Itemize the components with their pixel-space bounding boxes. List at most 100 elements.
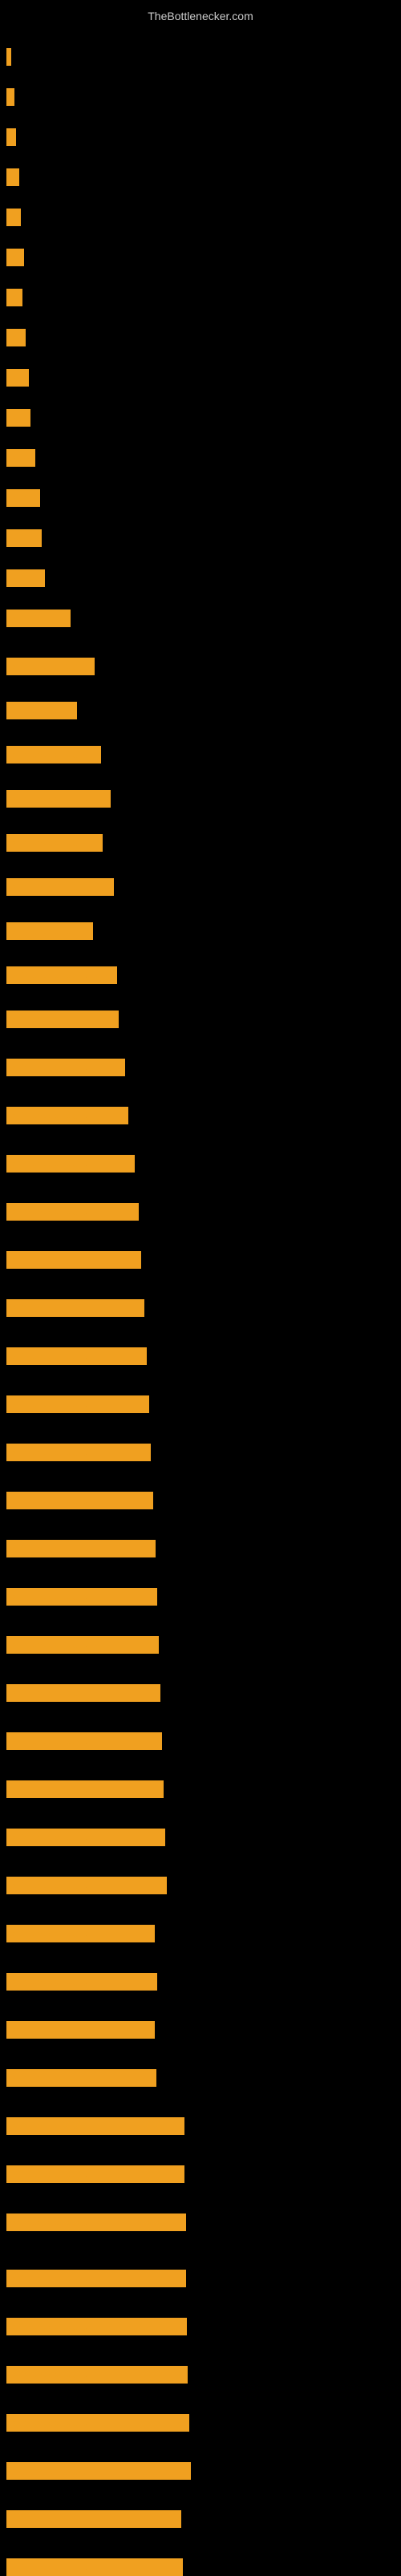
bar-row: Bottleneck result: [6, 1684, 160, 1702]
bar-row: Bo: [6, 409, 30, 427]
bar-row: Bottleneck result: [6, 1877, 167, 1894]
bar-row: Bottleneck result: [6, 2462, 191, 2480]
bar-label: Bottleneck res: [6, 658, 95, 675]
bar-label: Bottleneck result: [6, 1107, 128, 1124]
bar-label: Bo: [6, 329, 26, 346]
bar-row: Bottleneck result: [6, 2318, 187, 2335]
bar-row: Bottleneck result: [6, 2069, 156, 2087]
bar-row: Bottleneck result: [6, 1059, 125, 1076]
bar-row: Bottleneck result: [6, 1636, 159, 1654]
bar-row: Bottleneck result: [6, 1395, 149, 1413]
bar-row: Bottleneck resu: [6, 834, 103, 852]
bar-row: E: [6, 128, 16, 146]
bar-label: Bott: [6, 489, 40, 507]
bar-row: B: [6, 209, 21, 226]
bar-row: Bo: [6, 369, 29, 387]
bar-label: [6, 48, 11, 66]
bar-label: B: [6, 209, 21, 226]
bar-label: Bott: [6, 529, 42, 547]
bar-label: Bottlenec: [6, 610, 71, 627]
bar-row: Bottleneck re: [6, 922, 93, 940]
bar-label: Bottleneck result: [6, 1829, 165, 1846]
bar-row: [6, 48, 11, 66]
bar-row: Bottleneck result: [6, 2366, 188, 2384]
bar-label: Bottleneck resu: [6, 746, 101, 763]
bar-row: Bottleneck result: [6, 2414, 189, 2432]
bar-row: Bottleneck result: [6, 790, 111, 808]
bar-label: Bottleneck result: [6, 1973, 157, 1991]
bar-row: Bottl: [6, 569, 45, 587]
bar-label: Bottleneck result: [6, 1877, 167, 1894]
bar-row: Bott: [6, 529, 42, 547]
bar-row: Bottleneck result: [6, 2165, 184, 2183]
bar-label: E: [6, 128, 16, 146]
bar-label: Bottleneck result: [6, 1588, 157, 1606]
bar-row: Bo: [6, 249, 24, 266]
bar-row: Bottleneck result: [6, 1780, 164, 1798]
bar-row: Bottleneck result: [6, 2021, 155, 2039]
bar-label: Bottleneck result: [6, 1347, 147, 1365]
bar-label: B: [6, 289, 22, 306]
bar-label: Bottleneck result: [6, 966, 117, 984]
bar-label: Bottleneck result: [6, 1203, 139, 1221]
bar-label: Bottleneck result: [6, 1780, 164, 1798]
bar-row: Bottleneck result: [6, 1347, 147, 1365]
bar-label: Bo: [6, 409, 30, 427]
bar-label: Bottleneck result: [6, 2213, 186, 2231]
bar-row: Bottleneck res: [6, 658, 95, 675]
bar-label: Bottleneck result: [6, 790, 111, 808]
bar-label: Bottleneck result: [6, 1732, 162, 1750]
bar-row: Bottleneck result: [6, 1203, 139, 1221]
bar-row: Bo: [6, 329, 26, 346]
bar-row: Bottleneck resul: [6, 1011, 119, 1028]
bar-label: Bottleneck result: [6, 1299, 144, 1317]
bar-label: Bottleneck result: [6, 2270, 186, 2287]
bar-row: Bottleneck result: [6, 1155, 135, 1173]
bar-row: Bottleneck result: [6, 1492, 153, 1509]
bar-label: Bottleneck result: [6, 1492, 153, 1509]
bar-label: Bottleneck result: [6, 1636, 159, 1654]
bar-row: Bottleneck resu: [6, 746, 101, 763]
bar-label: Bottleneck result: [6, 1444, 151, 1461]
bar-row: Bottleneck result: [6, 1444, 151, 1461]
site-title: TheBottlenecker.com: [0, 3, 401, 29]
bar-row: Bottleneck result: [6, 2213, 186, 2231]
bar-row: Bottleneck result: [6, 878, 114, 896]
bar-label: Bottleneck result: [6, 2318, 187, 2335]
bar-label: Bot: [6, 449, 35, 467]
bar-label: Bottl: [6, 569, 45, 587]
bar-label: Bottleneck resul: [6, 1011, 119, 1028]
bar-row: Bot: [6, 449, 35, 467]
bar-label: Bottleneck result: [6, 2462, 191, 2480]
bar-label: Bottleneck result: [6, 2069, 156, 2087]
bar-row: Bottleneck result: [6, 1829, 165, 1846]
bar-label: B: [6, 168, 19, 186]
bar-row: B: [6, 168, 19, 186]
bar-label: Bottleneck result: [6, 2021, 155, 2039]
bar-label: Bottleneck re: [6, 922, 93, 940]
bar-label: Bottleneck result: [6, 1155, 135, 1173]
bar-row: Bottlenec: [6, 610, 71, 627]
bar-label: Bottleneck result: [6, 1925, 155, 1942]
bar-row: Bottleneck result: [6, 2510, 181, 2528]
bar-label: Bottleneck result: [6, 2165, 184, 2183]
bar-row: Bott: [6, 489, 40, 507]
bar-label: Bottleneck result: [6, 1059, 125, 1076]
bar-label: Bo: [6, 369, 29, 387]
bar-row: E: [6, 88, 14, 106]
bar-label: Bottleneck resu: [6, 834, 103, 852]
bar-row: Bottleneck result: [6, 1973, 157, 1991]
bar-row: Bottleneck result: [6, 2558, 183, 2576]
bar-label: Bottleneck result: [6, 1251, 141, 1269]
bar-label: Bottleneck result: [6, 2414, 189, 2432]
bar-row: Bottleneck result: [6, 966, 117, 984]
bar-row: Bottleneck result: [6, 1107, 128, 1124]
bar-label: Bottleneck result: [6, 1540, 156, 1557]
bar-label: Bottleneck: [6, 702, 77, 719]
bar-label: Bottleneck result: [6, 2366, 188, 2384]
bar-row: Bottleneck: [6, 702, 77, 719]
bar-row: Bottleneck result: [6, 2117, 184, 2135]
bar-row: Bottleneck result: [6, 1540, 156, 1557]
bar-row: B: [6, 289, 22, 306]
bar-row: Bottleneck result: [6, 2270, 186, 2287]
